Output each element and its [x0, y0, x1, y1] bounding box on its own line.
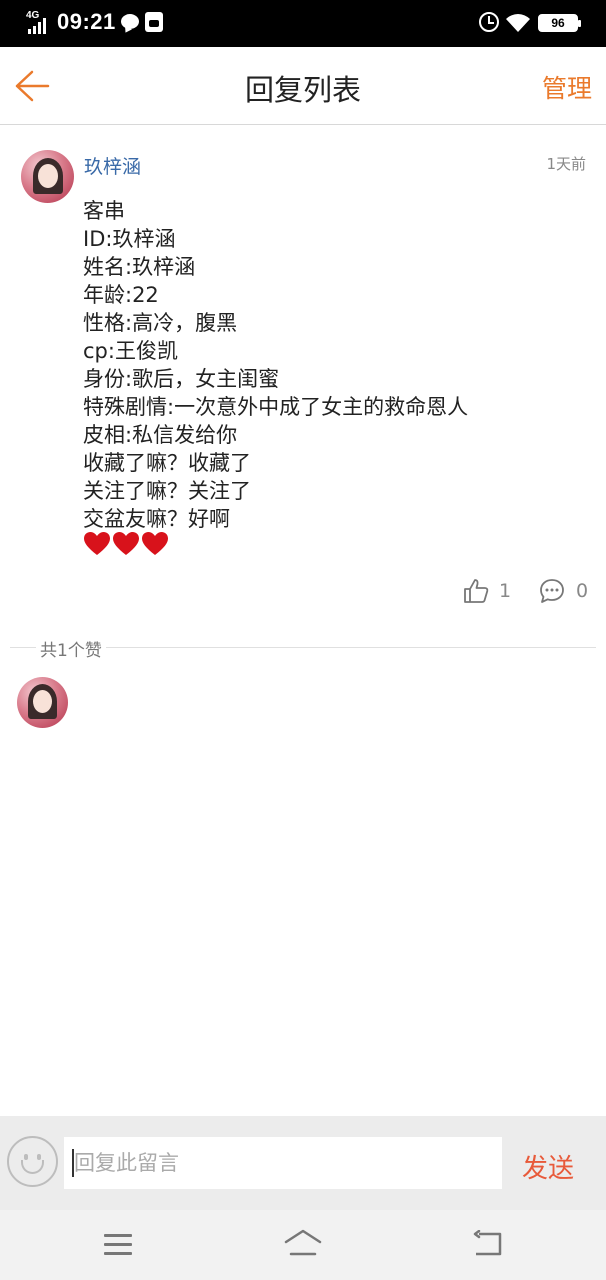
heart-icon [142, 532, 168, 555]
comment-user-name[interactable]: 玖梓涵 [84, 152, 141, 179]
comment-line: ID:玖梓涵 [83, 227, 176, 251]
back-nav-icon[interactable] [472, 1230, 504, 1258]
comment-bubble-icon [540, 579, 564, 603]
status-time: 09:21 [57, 9, 116, 34]
avatar[interactable] [21, 150, 74, 203]
like-button[interactable]: 1 [463, 578, 511, 604]
comment-line: 交盆友嘛？好啊 [83, 507, 230, 531]
manage-button[interactable]: 管理 [542, 69, 592, 105]
thumbs-up-icon [464, 579, 489, 603]
status-bar: 4G 09:21 96 [0, 0, 606, 47]
comment-line: 特殊剧情:一次意外中成了女主的救命恩人 [83, 395, 469, 419]
comment-line: 姓名:玖梓涵 [83, 255, 196, 279]
comment-line: 关注了嘛？关注了 [83, 479, 251, 503]
reply-bar [0, 1116, 606, 1210]
menu-icon[interactable] [104, 1234, 132, 1256]
header: 回复列表 管理 [0, 47, 606, 125]
battery-icon: 96 [538, 14, 581, 32]
liker-avatar[interactable] [17, 677, 68, 728]
reply-count: 0 [576, 580, 589, 602]
likes-total-label: 共1个赞 [36, 636, 106, 661]
comment-line: 身份:歌后，女主闺蜜 [83, 367, 280, 391]
app-notification-icon [145, 12, 163, 32]
comment-line: 客串 [83, 199, 125, 223]
emoji-icon[interactable] [7, 1136, 58, 1187]
reply-input[interactable] [64, 1137, 502, 1189]
comment-time: 1天前 [546, 155, 586, 173]
heart-icon [84, 532, 110, 555]
alarm-icon [479, 12, 499, 32]
comment-line: 性格:高冷，腹黑 [83, 311, 238, 335]
signal-icon: 4G [26, 10, 48, 34]
wifi-icon [506, 14, 530, 32]
page-title: 回复列表 [244, 73, 361, 107]
system-nav-bar [0, 1210, 606, 1280]
heart-icon [113, 532, 139, 555]
comment-line: 收藏了嘛？收藏了 [83, 451, 251, 475]
text-caret [72, 1149, 74, 1177]
comment-body: 客串 ID:玖梓涵 姓名:玖梓涵 年龄:22 性格:高冷，腹黑 cp:王俊凯 身… [83, 197, 593, 533]
network-type: 4G [26, 10, 40, 21]
like-count: 1 [499, 580, 512, 602]
comment-line: cp:王俊凯 [83, 339, 178, 363]
send-button[interactable]: 发送 [522, 1148, 574, 1185]
comment-line: 年龄:22 [83, 283, 159, 307]
comment-line: 皮相:私信发给你 [83, 423, 238, 447]
home-icon[interactable] [283, 1228, 323, 1260]
chat-notification-icon [121, 14, 139, 29]
reply-button[interactable]: 0 [539, 578, 588, 604]
hearts-emoji [83, 531, 169, 557]
